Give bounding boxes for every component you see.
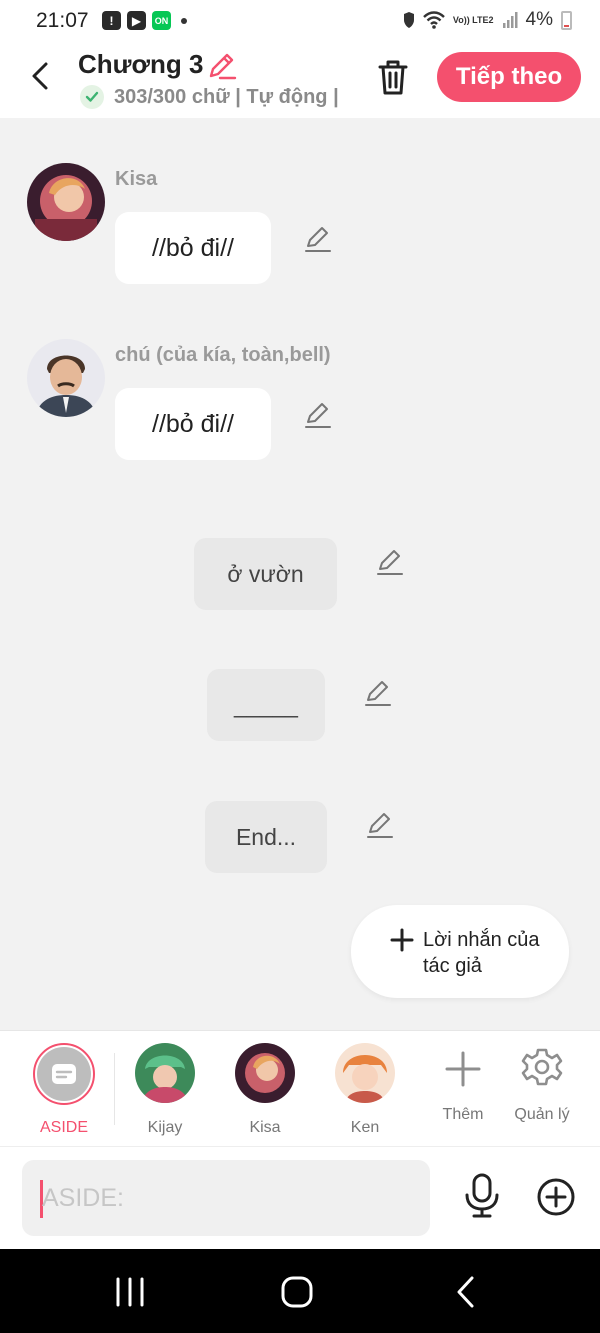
message-icon: [52, 1064, 76, 1084]
character-kisa[interactable]: Kisa: [225, 1043, 305, 1137]
battery-percent: 4%: [525, 9, 553, 30]
input-area: [0, 1146, 600, 1249]
status-time: 21:07: [36, 9, 89, 32]
pencil-icon[interactable]: [303, 224, 333, 254]
gear-icon: [521, 1048, 563, 1086]
notification-icons: ! ▶ ON: [102, 11, 187, 30]
word-count-status: 303/300 chữ | Tự động |: [114, 86, 339, 108]
dot-icon: [181, 17, 187, 24]
plus-icon: [390, 928, 414, 952]
avatar-kisa[interactable]: [27, 163, 105, 241]
add-character-button[interactable]: Thêm: [423, 1043, 503, 1124]
add-circle-icon[interactable]: [536, 1177, 576, 1217]
character-label: Quản lý: [514, 1106, 570, 1123]
network-type: Vo)) LTE2: [452, 14, 494, 25]
message-input[interactable]: [42, 1160, 422, 1236]
battery-icon: [561, 10, 572, 30]
back-button[interactable]: [22, 56, 58, 96]
pencil-icon[interactable]: [375, 547, 405, 577]
character-kijay[interactable]: Kijay: [125, 1043, 205, 1137]
next-button[interactable]: Tiếp theo: [437, 52, 581, 102]
system-icons: Vo)) LTE2 4%: [403, 9, 572, 31]
chapter-title[interactable]: Chương 3: [78, 49, 203, 80]
signal-icon: [502, 12, 518, 28]
home-icon[interactable]: [280, 1275, 314, 1309]
aside-bubble[interactable]: End...: [205, 801, 327, 873]
message-bubble[interactable]: //bỏ đi//: [115, 388, 271, 460]
character-label: Thêm: [442, 1106, 484, 1123]
message-bubble[interactable]: //bỏ đi//: [115, 212, 271, 284]
wifi-icon: [423, 11, 445, 29]
pencil-icon[interactable]: [206, 49, 238, 81]
alert-icon: !: [102, 11, 121, 30]
message-input-box[interactable]: [22, 1160, 430, 1236]
aside-bubble[interactable]: ở vườn: [194, 538, 337, 610]
aside-bubble[interactable]: _____: [207, 669, 325, 741]
character-label: Kijay: [147, 1119, 183, 1136]
back-nav-icon[interactable]: [454, 1275, 476, 1309]
line-app-icon: ON: [152, 11, 171, 30]
sender-name: Kisa: [115, 168, 158, 190]
avatar: [135, 1043, 195, 1103]
pencil-icon[interactable]: [303, 400, 333, 430]
recent-apps-icon[interactable]: [114, 1277, 146, 1307]
character-label: Ken: [350, 1119, 380, 1136]
character-ken[interactable]: Ken: [325, 1043, 405, 1137]
status-bar: 21:07 ! ▶ ON Vo)) LTE2 4%: [0, 0, 600, 44]
manage-button[interactable]: Quản lý: [502, 1043, 582, 1124]
sender-name: chú (của kía, toàn,bell): [115, 344, 331, 366]
system-nav-bar: [0, 1249, 600, 1333]
plus-icon: [445, 1051, 481, 1087]
play-icon: ▶: [127, 11, 146, 30]
trash-icon[interactable]: [374, 56, 412, 98]
author-note-button[interactable]: Lời nhắn của tác giả: [351, 905, 569, 998]
pencil-icon[interactable]: [363, 678, 393, 708]
character-bar: ASIDE Kijay Kisa Ken Thêm Quản lý: [0, 1030, 600, 1146]
editor-header: Chương 3 303/300 chữ | Tự động | Tiếp th…: [0, 44, 600, 118]
divider: [114, 1053, 115, 1125]
aside-avatar: [33, 1043, 95, 1105]
character-label: ASIDE: [39, 1119, 88, 1136]
pencil-icon[interactable]: [365, 810, 395, 840]
avatar: [235, 1043, 295, 1103]
microphone-icon[interactable]: [462, 1173, 502, 1219]
avatar: [335, 1043, 395, 1103]
vpn-icon: [403, 12, 414, 28]
character-label: Kisa: [249, 1119, 281, 1136]
avatar-uncle[interactable]: [27, 339, 105, 417]
chevron-left-icon: [32, 62, 48, 90]
check-icon: [80, 85, 104, 109]
character-aside[interactable]: ASIDE: [24, 1043, 104, 1137]
author-note-label: Lời nhắn của tác giả: [423, 929, 540, 977]
